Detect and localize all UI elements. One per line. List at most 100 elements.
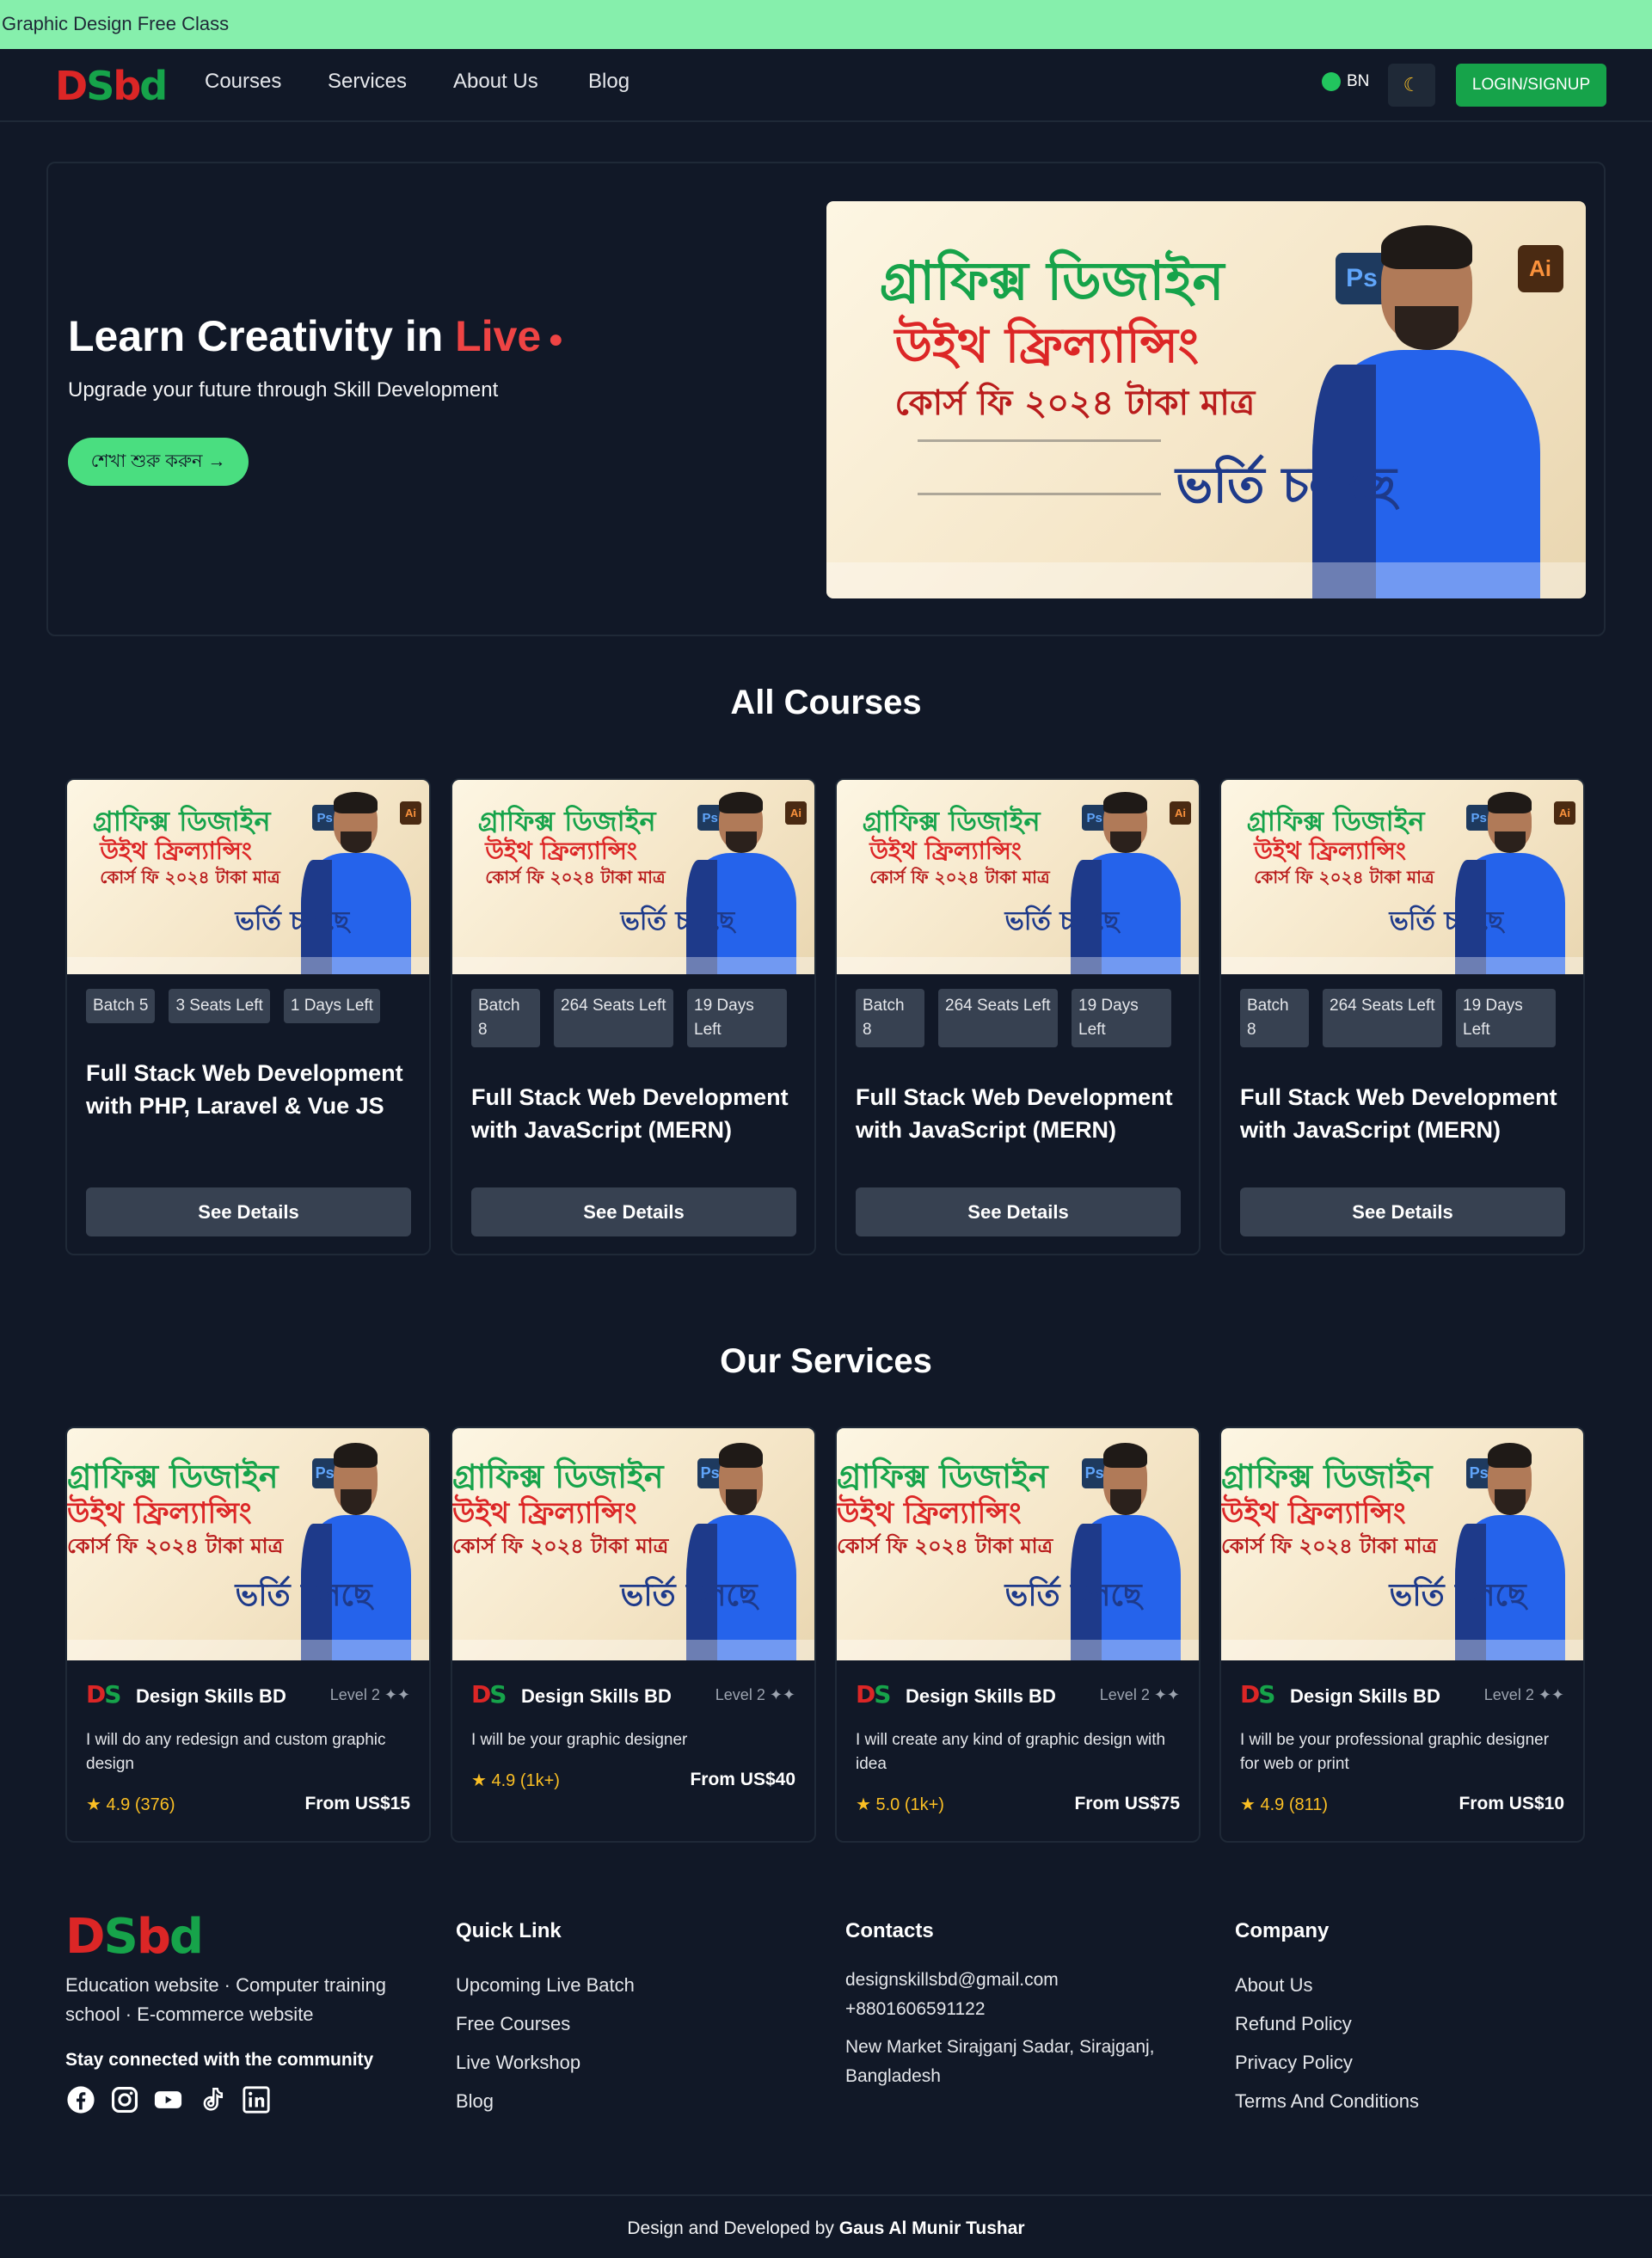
logo-letter: b bbox=[136, 1909, 171, 1965]
service-image: গ্রাফিক্স ডিজাইন উইথ ফ্রিল্যান্সিং কোর্স… bbox=[1221, 1428, 1583, 1660]
service-description[interactable]: I will be your professional graphic desi… bbox=[1240, 1728, 1571, 1776]
service-price: From US$75 bbox=[1074, 1794, 1180, 1813]
course-card[interactable]: গ্রাফিক্স ডিজাইন উইথ ফ্রিল্যান্সিং কোর্স… bbox=[65, 778, 431, 1255]
nav-link-blog[interactable]: Blog bbox=[588, 70, 629, 94]
seller-info: DS Design Skills BD bbox=[856, 1680, 1056, 1713]
batch-badge: Batch 5 bbox=[86, 989, 156, 1023]
course-badges: Batch 8 264 Seats Left 19 Days Left bbox=[856, 989, 1171, 1047]
announcement-bar[interactable]: Graphic Design Free Class bbox=[0, 0, 1652, 49]
poster-line4: ভর্তি চলছে bbox=[235, 1578, 372, 1614]
see-details-button[interactable]: See Details bbox=[471, 1187, 796, 1236]
poster-line3: কোর্স ফি ২০২৪ টাকা মাত্র bbox=[869, 867, 1050, 888]
service-description[interactable]: I will do any redesign and custom graphi… bbox=[86, 1728, 417, 1776]
seller-logo: DS bbox=[471, 1680, 507, 1709]
service-image: গ্রাফিক্স ডিজাইন উইথ ফ্রিল্যান্সিং কোর্স… bbox=[452, 1428, 814, 1660]
footer-logo[interactable]: DSbd bbox=[65, 1909, 204, 1965]
start-learning-button[interactable]: শেখা শুরু করুন → bbox=[68, 438, 249, 486]
language-indicator-icon bbox=[1322, 72, 1341, 91]
login-signup-button[interactable]: LOGIN/SIGNUP bbox=[1456, 64, 1606, 107]
footer-link-blog[interactable]: Blog bbox=[456, 2082, 635, 2120]
contact-email[interactable]: designskillsbd@gmail.com bbox=[845, 1966, 1189, 1995]
service-card[interactable]: গ্রাফিক্স ডিজাইন উইথ ফ্রিল্যান্সিং কোর্স… bbox=[835, 1427, 1201, 1843]
poster-line4: ভর্তি চলছে bbox=[235, 906, 350, 937]
course-title[interactable]: Full Stack Web Development with JavaScri… bbox=[1240, 1081, 1571, 1146]
hero-title-prefix: Learn Creativity in bbox=[68, 312, 456, 360]
linkedin-icon[interactable] bbox=[241, 2084, 271, 2114]
footer-link-terms[interactable]: Terms And Conditions bbox=[1235, 2082, 1419, 2120]
days-badge: 19 Days Left bbox=[687, 989, 787, 1047]
service-image: গ্রাফিক্স ডিজাইন উইথ ফ্রিল্যান্সিং কোর্স… bbox=[837, 1428, 1199, 1660]
see-details-button[interactable]: See Details bbox=[1240, 1187, 1565, 1236]
youtube-icon[interactable] bbox=[153, 2084, 183, 2114]
footer-link-privacy-policy[interactable]: Privacy Policy bbox=[1235, 2043, 1419, 2082]
footer-link-about-us[interactable]: About Us bbox=[1235, 1966, 1419, 2004]
instagram-icon[interactable] bbox=[109, 2084, 139, 2114]
footer-link-live-workshop[interactable]: Live Workshop bbox=[456, 2043, 635, 2082]
course-image: গ্রাফিক্স ডিজাইন উইথ ফ্রিল্যান্সিং কোর্স… bbox=[67, 780, 429, 974]
poster-line3: কোর্স ফি ২০২৪ টাকা মাত্র bbox=[485, 867, 666, 888]
instructor-photo bbox=[686, 1442, 796, 1660]
footer-link-refund-policy[interactable]: Refund Policy bbox=[1235, 2004, 1419, 2043]
nav-link-services[interactable]: Services bbox=[328, 70, 407, 94]
service-description[interactable]: I will create any kind of graphic design… bbox=[856, 1728, 1187, 1776]
poster-line3: কোর্স ফি ২০২৪ টাকা মাত্র bbox=[894, 383, 1256, 424]
logo-letter: D bbox=[65, 1909, 106, 1965]
service-card[interactable]: গ্রাফিক্স ডিজাইন উইথ ফ্রিল্যান্সিং কোর্স… bbox=[451, 1427, 816, 1843]
theme-toggle-button[interactable]: ☾ bbox=[1388, 64, 1435, 107]
course-badges: Batch 8 264 Seats Left 19 Days Left bbox=[471, 989, 787, 1047]
course-title[interactable]: Full Stack Web Development with JavaScri… bbox=[471, 1081, 802, 1146]
service-card[interactable]: গ্রাফিক্স ডিজাইন উইথ ফ্রিল্যান্সিং কোর্স… bbox=[1219, 1427, 1585, 1843]
facebook-icon[interactable] bbox=[65, 2084, 95, 2114]
logo-letter: S bbox=[86, 63, 114, 109]
seller-info: DS Design Skills BD bbox=[471, 1680, 672, 1713]
batch-badge: Batch 8 bbox=[471, 989, 540, 1047]
service-rating: ★ 4.9 (811) bbox=[1240, 1795, 1329, 1814]
course-card[interactable]: গ্রাফিক্স ডিজাইন উইথ ফ্রিল্যান্সিং কোর্স… bbox=[835, 778, 1201, 1255]
hero-subtitle: Upgrade your future through Skill Develo… bbox=[68, 378, 499, 402]
seats-badge: 264 Seats Left bbox=[938, 989, 1058, 1047]
poster-line3: কোর্স ফি ২০২৪ টাকা মাত্র bbox=[452, 1533, 669, 1558]
footer-contacts: Contacts designskillsbd@gmail.com +88016… bbox=[845, 1919, 1189, 2100]
announcement-text[interactable]: Graphic Design Free Class bbox=[2, 13, 229, 35]
course-title[interactable]: Full Stack Web Development with PHP, Lar… bbox=[86, 1057, 417, 1122]
course-title[interactable]: Full Stack Web Development with JavaScri… bbox=[856, 1081, 1187, 1146]
service-description[interactable]: I will be your graphic designer bbox=[471, 1728, 802, 1752]
footer-quick-links: Quick Link Upcoming Live Batch Free Cour… bbox=[456, 1919, 635, 2120]
poster-line4: ভর্তি চলছে bbox=[1389, 906, 1504, 937]
logo-letter: S bbox=[103, 1909, 138, 1965]
seller-logo: DS bbox=[86, 1680, 121, 1709]
footer-community-heading: Stay connected with the community bbox=[65, 2050, 374, 2070]
course-card[interactable]: গ্রাফিক্স ডিজাইন উইথ ফ্রিল্যান্সিং কোর্স… bbox=[1219, 778, 1585, 1255]
footer-credit: Design and Developed by Gaus Al Munir Tu… bbox=[0, 2194, 1652, 2258]
seller-name: Design Skills BD bbox=[1290, 1685, 1440, 1707]
instructor-photo bbox=[1455, 791, 1565, 974]
poster-line3: কোর্স ফি ২০২৪ টাকা মাত্র bbox=[837, 1533, 1053, 1558]
service-rating: ★ 4.9 (1k+) bbox=[471, 1771, 560, 1790]
seller-level: Level 2 ✦✦ bbox=[1483, 1686, 1564, 1703]
seller-info: DS Design Skills BD bbox=[1240, 1680, 1440, 1713]
contact-phone[interactable]: +8801606591122 bbox=[845, 1995, 1189, 2024]
poster-line3: কোর্স ফি ২০২৪ টাকা মাত্র bbox=[1221, 1533, 1438, 1558]
contact-address: New Market Sirajganj Sadar, Sirajganj, B… bbox=[845, 2037, 1155, 2086]
tiktok-icon[interactable] bbox=[197, 2084, 227, 2114]
seats-badge: 264 Seats Left bbox=[1323, 989, 1442, 1047]
course-badges: Batch 5 3 Seats Left 1 Days Left bbox=[86, 989, 380, 1023]
footer-link-free-courses[interactable]: Free Courses bbox=[456, 2004, 635, 2043]
poster-line3: কোর্স ফি ২০২৪ টাকা মাত্র bbox=[1254, 867, 1434, 888]
service-card[interactable]: গ্রাফিক্স ডিজাইন উইথ ফ্রিল্যান্সিং কোর্স… bbox=[65, 1427, 431, 1843]
see-details-button[interactable]: See Details bbox=[86, 1187, 411, 1236]
service-rating: ★ 4.9 (376) bbox=[86, 1795, 175, 1814]
poster-footer bbox=[826, 562, 1586, 598]
language-toggle[interactable]: BN bbox=[1322, 72, 1369, 91]
credit-prefix: Design and Developed by bbox=[627, 2218, 839, 2238]
see-details-button[interactable]: See Details bbox=[856, 1187, 1181, 1236]
course-card[interactable]: গ্রাফিক্স ডিজাইন উইথ ফ্রিল্যান্সিং কোর্স… bbox=[451, 778, 816, 1255]
course-image: গ্রাফিক্স ডিজাইন উইথ ফ্রিল্যান্সিং কোর্স… bbox=[837, 780, 1199, 974]
nav-link-about-us[interactable]: About Us bbox=[453, 70, 538, 94]
service-price: From US$40 bbox=[690, 1770, 795, 1789]
footer-link-upcoming-live-batch[interactable]: Upcoming Live Batch bbox=[456, 1966, 635, 2004]
language-label: BN bbox=[1347, 72, 1370, 90]
site-logo[interactable]: DSbd bbox=[55, 63, 168, 109]
nav-link-courses[interactable]: Courses bbox=[205, 70, 281, 94]
credit-name[interactable]: Gaus Al Munir Tushar bbox=[839, 2218, 1025, 2238]
